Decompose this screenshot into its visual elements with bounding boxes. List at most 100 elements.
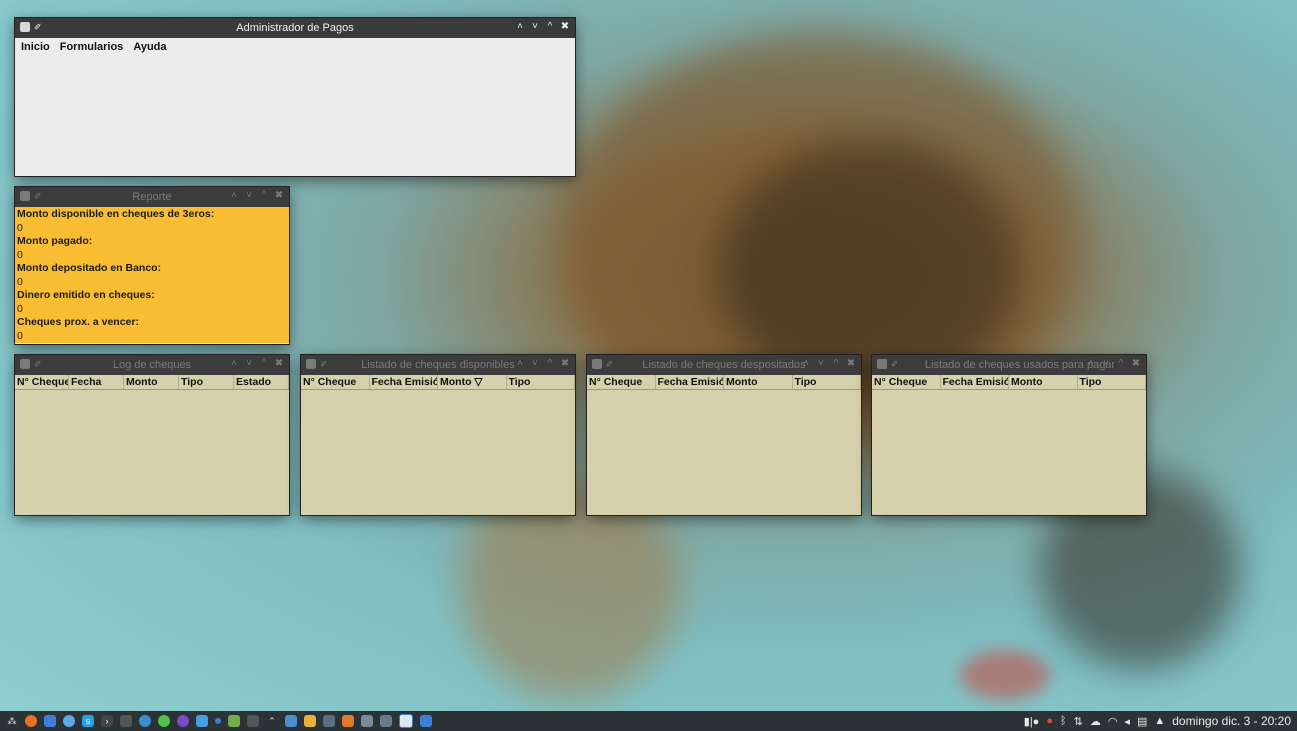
media-icon[interactable] <box>177 715 189 727</box>
log-window-titlebar[interactable]: ✐ Log de cheques ˄ ˅ ^ ✖ <box>15 355 289 375</box>
pin-icon[interactable]: ✐ <box>606 359 614 369</box>
java-icon[interactable] <box>399 714 413 728</box>
usados-table[interactable]: N° Cheque Fecha Emisión Monto Tipo <box>872 375 1146 515</box>
menu-ayuda[interactable]: Ayuda <box>133 41 166 53</box>
document-icon[interactable] <box>420 715 432 727</box>
arrow-up-icon[interactable]: ▲ <box>1154 715 1165 727</box>
wifi-icon[interactable]: ◠ <box>1108 715 1118 728</box>
pin-icon[interactable]: ✐ <box>34 191 42 201</box>
clock[interactable]: domingo dic. 3 - 20:20 <box>1172 714 1291 728</box>
gmail-icon[interactable]: ● <box>1046 715 1053 727</box>
column-header[interactable]: N° Cheque <box>587 375 656 389</box>
column-header[interactable]: Tipo <box>1078 375 1146 389</box>
image-viewer-icon[interactable] <box>361 715 373 727</box>
browser-icon[interactable] <box>139 715 151 727</box>
dot-icon[interactable] <box>215 718 221 724</box>
chromium-icon[interactable] <box>63 715 75 727</box>
minimize-icon[interactable]: ˅ <box>530 358 540 370</box>
keep-above-icon[interactable]: ˄ <box>801 358 811 370</box>
menu-inicio[interactable]: Inicio <box>21 41 50 53</box>
maximize-icon[interactable]: ^ <box>545 21 555 33</box>
depositados-window-titlebar[interactable]: ✐ Listado de cheques despositados ˄ ˅ ^ … <box>587 355 861 375</box>
column-header[interactable]: Monto <box>724 375 793 389</box>
volume-icon[interactable]: ◂ <box>1124 715 1130 728</box>
battery-icon[interactable]: ▮|● <box>1024 715 1040 728</box>
terminal-icon[interactable]: › <box>101 715 113 727</box>
maximize-icon[interactable]: ^ <box>259 358 269 370</box>
maximize-icon[interactable]: ^ <box>259 190 269 202</box>
report-window-titlebar[interactable]: ✐ Reporte ˄ ˅ ^ ✖ <box>15 187 289 207</box>
close-icon[interactable]: ✖ <box>846 358 856 370</box>
app-icon[interactable] <box>285 715 297 727</box>
close-icon[interactable]: ✖ <box>560 358 570 370</box>
firefox-icon[interactable] <box>25 715 37 727</box>
window-menu-icon[interactable] <box>20 191 30 201</box>
maximize-icon[interactable]: ^ <box>831 358 841 370</box>
column-header[interactable]: Tipo <box>793 375 861 389</box>
maximize-icon[interactable]: ^ <box>545 358 555 370</box>
depositados-table[interactable]: N° Cheque Fecha Emisión Monto Tipo <box>587 375 861 515</box>
usados-window-titlebar[interactable]: ✐ Listado de cheques usados para pagar ˄… <box>872 355 1146 375</box>
keep-above-icon[interactable]: ˄ <box>1086 358 1096 370</box>
column-header[interactable]: N° Cheque <box>15 375 70 389</box>
mail-icon[interactable] <box>380 715 392 727</box>
settings-icon[interactable]: ⌃ <box>266 715 278 727</box>
pin-icon[interactable]: ✐ <box>891 359 899 369</box>
cloud-icon[interactable]: ☁ <box>1090 715 1101 728</box>
keep-above-icon[interactable]: ˄ <box>515 358 525 370</box>
minimize-icon[interactable]: ˅ <box>244 190 254 202</box>
report-panel: Monto disponible en cheques de 3eros: 0 … <box>15 207 289 343</box>
pin-icon[interactable]: ✐ <box>34 359 42 369</box>
column-header[interactable]: Fecha <box>69 375 125 389</box>
close-icon[interactable]: ✖ <box>560 21 570 33</box>
main-window-titlebar[interactable]: ✐ Administrador de Pagos ˄ ˅ ^ ✖ <box>15 18 575 38</box>
column-header[interactable]: Fecha Emisión <box>370 375 438 389</box>
close-icon[interactable]: ✖ <box>274 358 284 370</box>
keep-above-icon[interactable]: ˄ <box>229 358 239 370</box>
log-table[interactable]: N° Cheque Fecha Monto Tipo Estado <box>15 375 290 515</box>
column-header[interactable]: Estado <box>234 375 290 389</box>
close-icon[interactable]: ✖ <box>274 190 284 202</box>
column-header[interactable]: Tipo <box>179 375 235 389</box>
close-icon[interactable]: ✖ <box>1131 358 1141 370</box>
column-header[interactable]: Fecha Emisión <box>941 375 1009 389</box>
pin-icon[interactable]: ✐ <box>320 359 328 369</box>
menu-formularios[interactable]: Formularios <box>60 41 124 53</box>
window-icon[interactable] <box>323 715 335 727</box>
column-header[interactable]: Monto <box>1009 375 1078 389</box>
text-icon[interactable] <box>247 715 259 727</box>
start-menu-icon[interactable]: ⁂ <box>6 715 18 727</box>
clipboard-icon[interactable]: ▤ <box>1137 715 1147 728</box>
skype-icon[interactable]: s <box>82 715 94 727</box>
column-header[interactable]: N° Cheque <box>872 375 941 389</box>
minimize-icon[interactable]: ˅ <box>816 358 826 370</box>
column-header[interactable]: Monto <box>124 375 180 389</box>
bluetooth-icon[interactable]: ᛒ <box>1060 715 1067 727</box>
window-menu-icon[interactable] <box>306 359 316 369</box>
window-menu-icon[interactable] <box>20 359 30 369</box>
pin-icon[interactable]: ✐ <box>34 22 42 32</box>
column-header[interactable]: Fecha Emisión <box>656 375 724 389</box>
keep-above-icon[interactable]: ˄ <box>229 190 239 202</box>
column-header[interactable]: Monto ▽ <box>438 375 507 389</box>
window-menu-icon[interactable] <box>20 22 30 32</box>
minimize-icon[interactable]: ˅ <box>530 21 540 33</box>
column-header[interactable]: N° Cheque <box>301 375 370 389</box>
window-menu-icon[interactable] <box>592 359 602 369</box>
minimize-icon[interactable]: ˅ <box>244 358 254 370</box>
window-menu-icon[interactable] <box>877 359 887 369</box>
calendar-icon[interactable] <box>342 715 354 727</box>
minimize-icon[interactable]: ˅ <box>1101 358 1111 370</box>
keep-above-icon[interactable]: ˄ <box>515 21 525 33</box>
editor-icon[interactable] <box>120 715 132 727</box>
disponibles-window-titlebar[interactable]: ✐ Listado de cheques disponibles ˄ ˅ ^ ✖ <box>301 355 575 375</box>
maximize-icon[interactable]: ^ <box>1116 358 1126 370</box>
viewer-icon[interactable] <box>196 715 208 727</box>
column-header[interactable]: Tipo <box>507 375 575 389</box>
usb-icon[interactable]: ⇅ <box>1074 715 1083 728</box>
disponibles-table[interactable]: N° Cheque Fecha Emisión Monto ▽ Tipo <box>301 375 575 515</box>
folder-icon[interactable] <box>304 715 316 727</box>
files-icon[interactable] <box>44 715 56 727</box>
spotify-icon[interactable] <box>158 715 170 727</box>
game-icon[interactable] <box>228 715 240 727</box>
